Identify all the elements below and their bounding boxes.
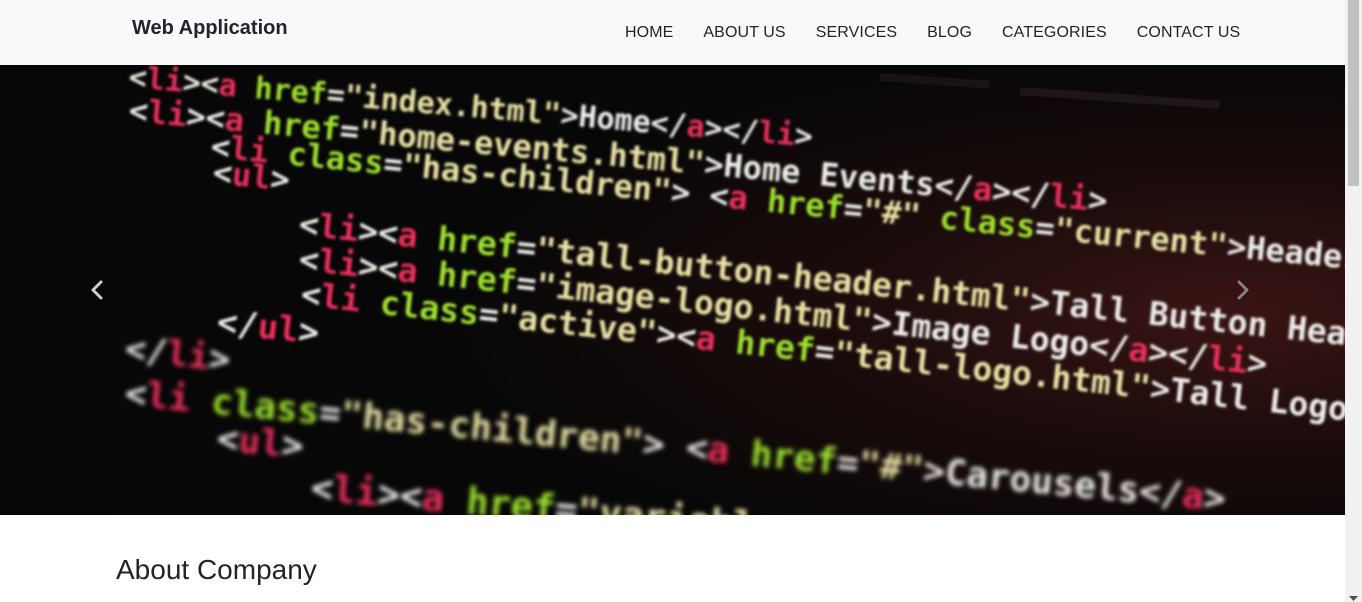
nav-link-categories[interactable]: CATEGORIES — [987, 24, 1122, 42]
code-token: > < — [669, 172, 730, 215]
code-token: >< — [376, 472, 424, 515]
carousel-slide-image: <li><a href="index.html">Home</a></li><l… — [0, 65, 1345, 515]
hero-carousel: <li><a href="index.html">Home</a></li> <l… — [0, 65, 1345, 515]
page: Web Application HOME ABOUT US SERVICES B… — [0, 0, 1362, 602]
code-token: > — [269, 159, 292, 199]
code-line: <ul> — [211, 153, 292, 199]
nav-links: HOME ABOUT US SERVICES BLOG CATEGORIES C… — [610, 0, 1255, 65]
code-token: "#" — [857, 444, 926, 491]
nav-link-blog[interactable]: BLOG — [912, 24, 987, 42]
navbar: Web Application HOME ABOUT US SERVICES B… — [0, 0, 1345, 65]
nav-link-home[interactable]: HOME — [610, 24, 688, 42]
code-line: <ul> — [215, 418, 305, 467]
scrollbar-thumb[interactable] — [1348, 0, 1359, 186]
code-token: > < — [641, 423, 710, 470]
code-token: a — [420, 476, 446, 515]
carousel-next-button[interactable] — [1183, 65, 1303, 515]
code-token: li — [757, 115, 796, 153]
code-token: li — [165, 334, 211, 378]
nav-link-about-us[interactable]: ABOUT US — [688, 24, 800, 42]
carousel-prev-button[interactable] — [37, 65, 157, 515]
chevron-right-icon — [1236, 280, 1250, 300]
page-scrollbar[interactable] — [1345, 0, 1362, 602]
about-section-title: About Company — [116, 554, 317, 585]
nav-link-contact-us[interactable]: CONTACT US — [1122, 24, 1256, 42]
code-token: li — [319, 276, 363, 319]
code-token: ul — [237, 420, 284, 465]
code-token: ul — [256, 307, 301, 351]
code-token: "#" — [861, 191, 922, 234]
code-token: >< — [655, 313, 699, 356]
code-token: > — [296, 311, 321, 353]
chevron-left-icon — [90, 280, 104, 300]
scroll-down-arrow-icon[interactable] — [1349, 594, 1358, 602]
code-token: > — [793, 118, 814, 154]
brand-logo[interactable]: Web Application — [132, 17, 288, 40]
nav-link-services[interactable]: SERVICES — [801, 24, 912, 42]
code-token: > — [207, 338, 232, 380]
code-token: ul — [230, 155, 272, 197]
code-token: = — [553, 487, 579, 515]
code-token: li — [331, 468, 379, 515]
code-token: > — [280, 424, 306, 467]
